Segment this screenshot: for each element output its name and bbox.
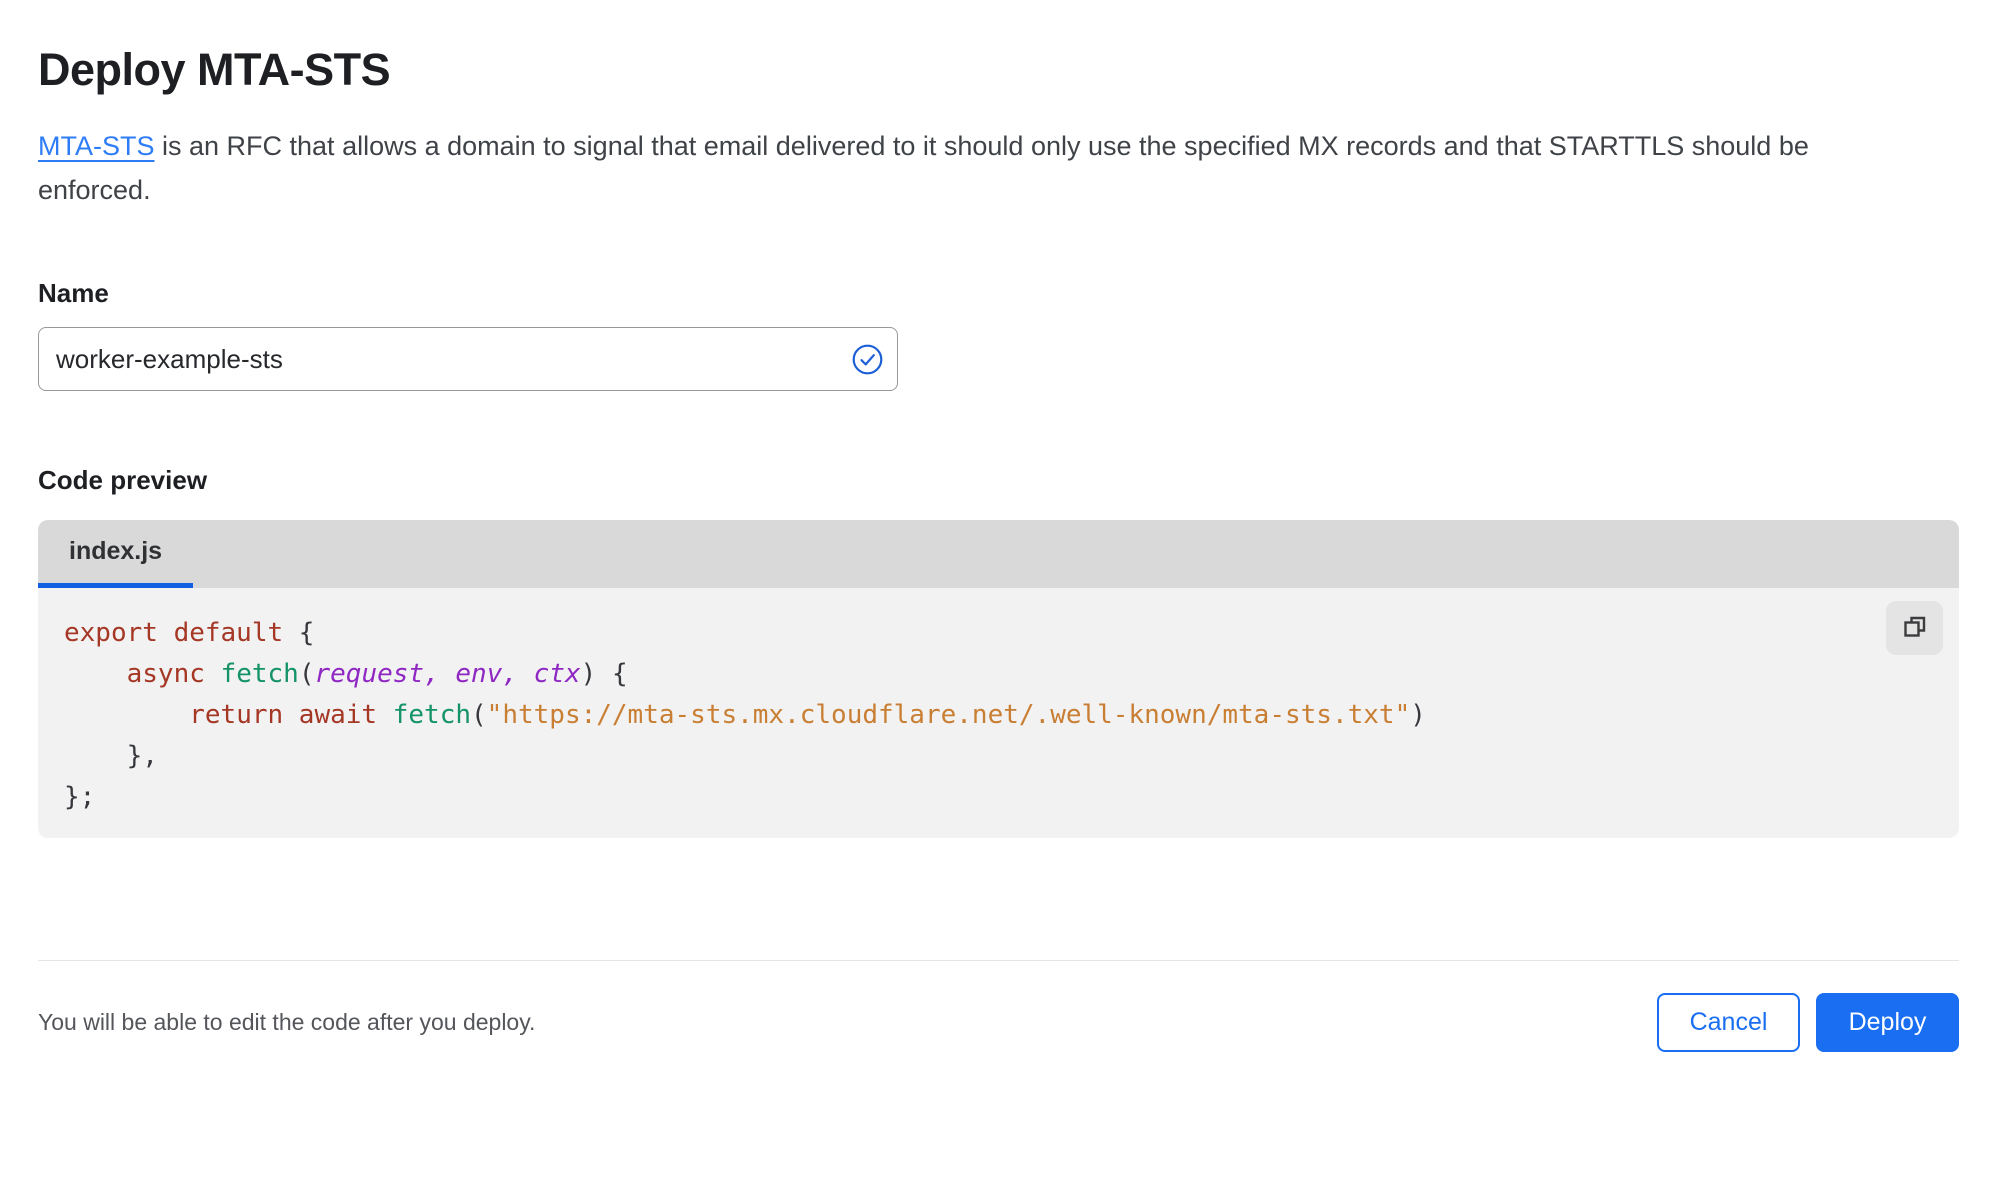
code-line: }, bbox=[64, 741, 158, 771]
description-text: is an RFC that allows a domain to signal… bbox=[38, 131, 1809, 205]
page-title: Deploy MTA-STS bbox=[38, 44, 391, 95]
code-line: export default { bbox=[64, 618, 315, 648]
code-line: async fetch(request, env, ctx) { bbox=[126, 659, 628, 689]
cancel-button[interactable]: Cancel bbox=[1657, 993, 1800, 1052]
code-preview-section: Code preview index.js export default { a… bbox=[38, 465, 1959, 838]
name-input[interactable] bbox=[38, 327, 898, 391]
footer-buttons: Cancel Deploy bbox=[1657, 993, 1959, 1052]
code-preview-label: Code preview bbox=[38, 465, 208, 495]
copy-code-button[interactable] bbox=[1886, 601, 1943, 655]
footer: You will be able to edit the code after … bbox=[38, 993, 1959, 1052]
deploy-mta-sts-page: Deploy MTA-STS MTA-STS is an RFC that al… bbox=[0, 44, 1999, 1052]
name-field: Name bbox=[38, 278, 1959, 391]
footer-note: You will be able to edit the code after … bbox=[38, 1009, 536, 1035]
copy-icon bbox=[1901, 613, 1929, 644]
page-description: MTA-STS is an RFC that allows a domain t… bbox=[38, 124, 1928, 212]
name-input-wrapper bbox=[38, 327, 898, 391]
code-content: export default { async fetch(request, en… bbox=[38, 613, 1959, 818]
deploy-button[interactable]: Deploy bbox=[1816, 993, 1959, 1052]
code-line: }; bbox=[64, 782, 96, 812]
mta-sts-link[interactable]: MTA-STS bbox=[38, 131, 155, 161]
code-editor: export default { async fetch(request, en… bbox=[38, 588, 1959, 838]
code-tab-bar: index.js bbox=[38, 520, 1959, 588]
code-line: return await fetch("https://mta-sts.mx.c… bbox=[189, 700, 1426, 730]
code-preview-card: index.js export default { async fetch(re… bbox=[38, 520, 1959, 838]
footer-divider bbox=[38, 960, 1959, 961]
tab-index-js[interactable]: index.js bbox=[38, 520, 194, 588]
name-label: Name bbox=[38, 278, 109, 308]
